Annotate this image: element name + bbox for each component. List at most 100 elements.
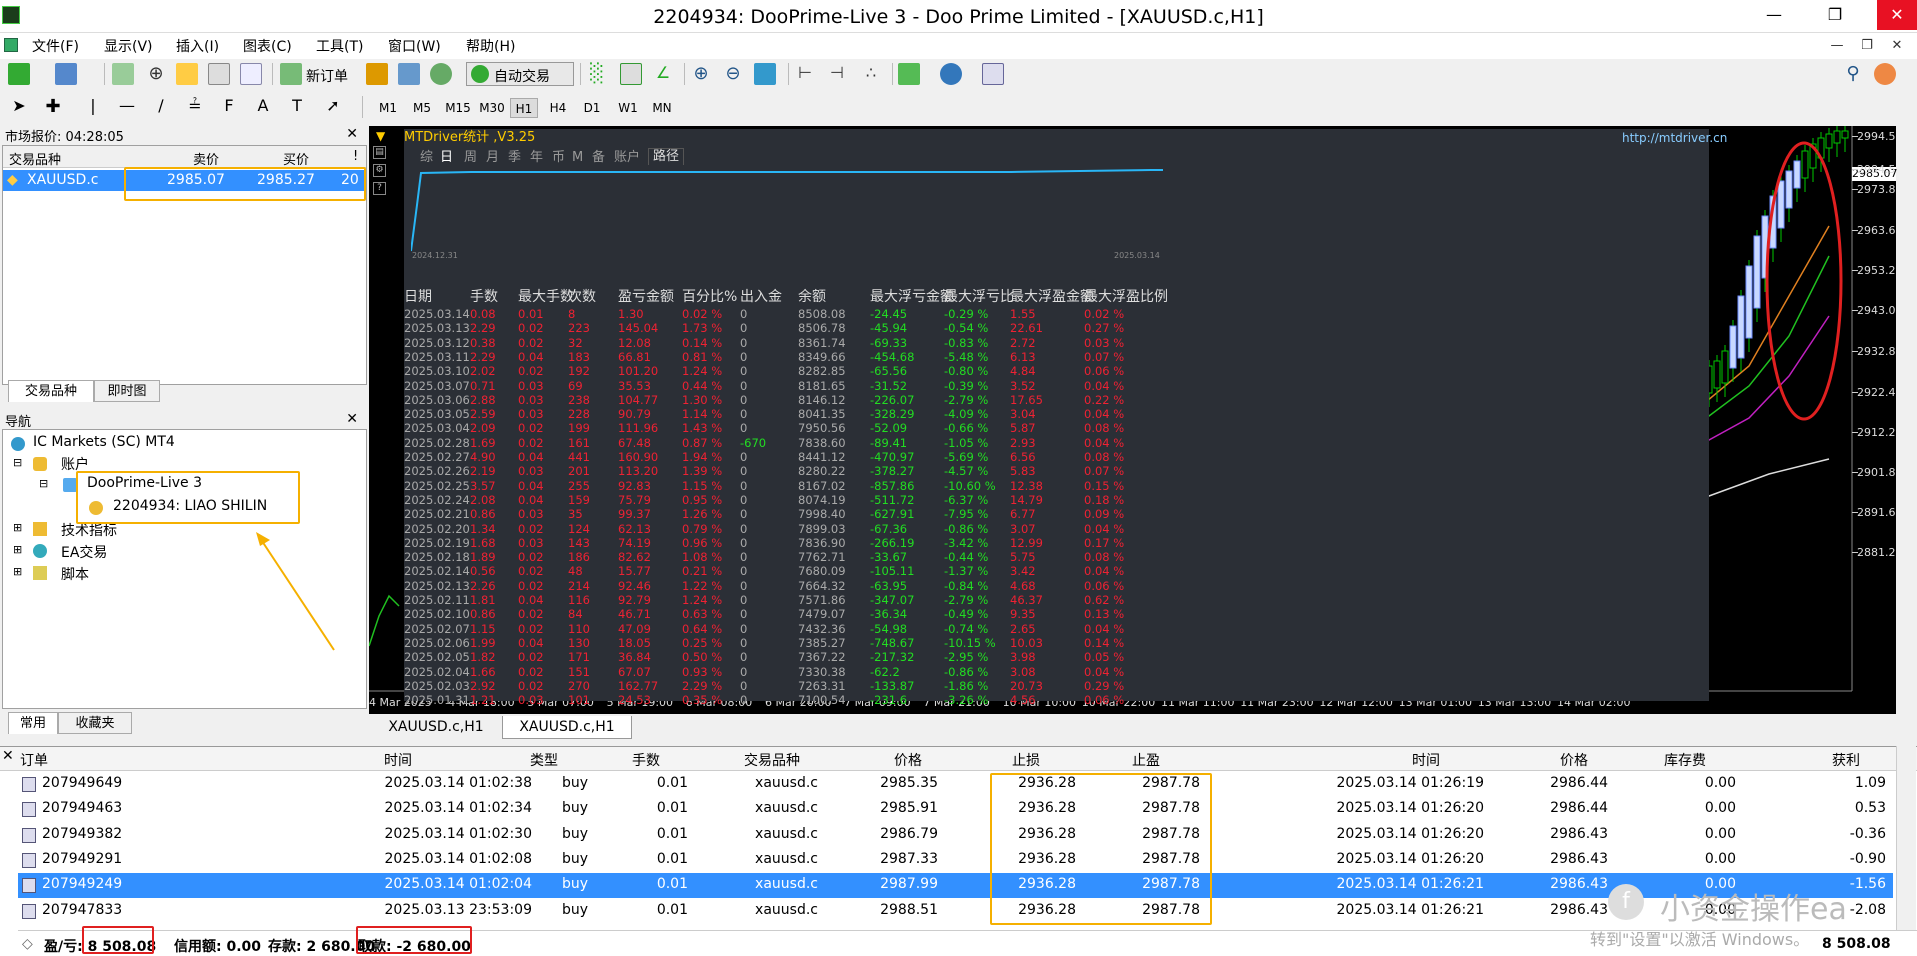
terminal-scrollbar[interactable]	[1896, 746, 1916, 930]
terminal-col-header[interactable]: 类型	[478, 750, 558, 770]
arrows-icon[interactable]: ➚	[322, 96, 344, 118]
chart-tab-1[interactable]: XAUUSD.c,H1	[371, 716, 501, 739]
crosshair-icon[interactable]: ✚	[42, 96, 64, 118]
mdi-close-button[interactable]: ✕	[1883, 35, 1911, 57]
stats-period-tab[interactable]: 季	[508, 150, 521, 166]
expand-experts-icon[interactable]: ⊞	[13, 543, 22, 556]
terminal-icon[interactable]	[208, 63, 230, 85]
bar-chart-icon[interactable]: ░	[586, 63, 608, 85]
nav-scripts[interactable]: 脚本	[61, 564, 89, 584]
minimize-button[interactable]: —	[1754, 0, 1794, 30]
col-spread[interactable]: !	[353, 149, 358, 164]
new-chart-icon[interactable]	[8, 63, 30, 85]
nav-account[interactable]: 2204934: LIAO SHILIN	[113, 498, 267, 514]
terminal-col-header[interactable]: 价格	[842, 750, 922, 770]
col-bid[interactable]: 卖价	[193, 149, 219, 168]
chart-shift-icon[interactable]: ⊢	[794, 63, 816, 85]
tab-favorites[interactable]: 收藏夹	[58, 712, 132, 734]
vertical-line-icon[interactable]: |	[82, 96, 104, 118]
terminal-col-header[interactable]: 时间	[332, 750, 412, 770]
channel-icon[interactable]: ≟	[184, 96, 206, 118]
market-watch-close-icon[interactable]: ✕	[346, 126, 358, 142]
tf-m5[interactable]: M5	[410, 98, 434, 118]
search-icon[interactable]: ⚲	[1842, 63, 1864, 85]
terminal-col-header[interactable]: 库存费	[1626, 750, 1706, 770]
terminal-col-header[interactable]: 交易品种	[720, 750, 800, 770]
path-button[interactable]: 路径	[648, 148, 685, 166]
expand-scripts-icon[interactable]: ⊞	[13, 565, 22, 578]
tester-icon[interactable]	[240, 63, 262, 85]
terminal-col-header[interactable]: 价格	[1508, 750, 1588, 770]
line-chart-icon[interactable]: ∠	[652, 63, 674, 85]
tf-m30[interactable]: M30	[478, 98, 506, 118]
mdi-restore-button[interactable]: ❐	[1853, 35, 1881, 57]
maximize-button[interactable]: ❐	[1815, 0, 1855, 30]
cursor-icon[interactable]: ➤	[8, 96, 30, 118]
stats-period-tab[interactable]: 账户	[614, 150, 640, 166]
expand-indicators-icon[interactable]: ⊞	[13, 521, 22, 534]
tab-tick-chart[interactable]: 即时图	[94, 380, 160, 402]
indicator-url[interactable]: http://mtdriver.cn	[1622, 130, 1727, 146]
col-ask[interactable]: 买价	[283, 149, 309, 168]
zoom-out-icon[interactable]: ⊖	[722, 63, 744, 85]
autoscroll-icon[interactable]: ⊣	[826, 63, 848, 85]
account-icon[interactable]	[1874, 63, 1896, 85]
tf-m1[interactable]: M1	[376, 98, 400, 118]
terminal-close-icon[interactable]: ✕	[2, 748, 14, 764]
new-order-icon[interactable]	[280, 63, 302, 85]
stats-period-tab[interactable]: 年	[530, 150, 543, 166]
panel-help-icon[interactable]: ?	[373, 182, 386, 195]
tab-common[interactable]: 常用	[8, 712, 58, 734]
new-order-button[interactable]: 新订单	[306, 66, 348, 86]
stats-period-tab[interactable]: 周	[464, 150, 477, 166]
navigator-icon[interactable]	[176, 63, 198, 85]
tab-symbols[interactable]: 交易品种	[8, 380, 94, 402]
order-row[interactable]: 207949382 2025.03.14 01:02:30 buy 0.01 xauus…	[18, 823, 1893, 848]
menu-charts[interactable]: 图表(C)	[243, 36, 292, 56]
terminal-col-header[interactable]: 手数	[580, 750, 660, 770]
expand-accounts-icon[interactable]: ⊟	[13, 456, 22, 469]
terminal-col-header[interactable]: 时间	[1360, 750, 1440, 770]
stats-period-tab[interactable]: 日	[440, 150, 453, 166]
label-icon[interactable]: T	[286, 96, 308, 118]
tile-windows-icon[interactable]	[754, 63, 776, 85]
terminal-col-header[interactable]: 订单	[20, 750, 100, 770]
col-symbol[interactable]: 交易品种	[9, 149, 61, 168]
nav-indicators[interactable]: 技术指标	[61, 520, 117, 540]
market-icon[interactable]	[430, 63, 452, 85]
candlestick-icon[interactable]	[620, 63, 642, 85]
trendline-icon[interactable]: ∕	[150, 96, 172, 118]
zoom-in-icon[interactable]: ⊕	[690, 63, 712, 85]
fibonacci-icon[interactable]: F	[218, 96, 240, 118]
tf-d1[interactable]: D1	[580, 98, 604, 118]
close-button[interactable]: ✕	[1877, 0, 1917, 30]
crosshair-nav-icon[interactable]: ⊕	[145, 63, 167, 85]
stats-period-tab[interactable]: 月	[486, 150, 499, 166]
market-watch-icon[interactable]	[112, 63, 134, 85]
templates-icon[interactable]	[982, 63, 1004, 85]
tf-h4[interactable]: H4	[546, 98, 570, 118]
grid-icon[interactable]: ∴	[860, 63, 882, 85]
stats-period-tab[interactable]: 币	[552, 150, 565, 166]
nav-broker[interactable]: IC Markets (SC) MT4	[33, 434, 175, 450]
order-row[interactable]: 207949291 2025.03.14 01:02:08 buy 0.01 xauus…	[18, 848, 1893, 873]
menu-insert[interactable]: 插入(I)	[176, 36, 219, 56]
order-row[interactable]: 207949649 2025.03.14 01:02:38 buy 0.01 xauus…	[18, 772, 1893, 797]
horizontal-line-icon[interactable]: —	[116, 96, 138, 118]
panel-collapse-icon[interactable]: ▤	[373, 146, 386, 159]
symbol-row[interactable]: ◆ XAUUSD.c 2985.07 2985.27 20	[3, 170, 366, 191]
nav-accounts[interactable]: 账户	[61, 454, 89, 474]
navigator-close-icon[interactable]: ✕	[346, 411, 358, 427]
menu-tools[interactable]: 工具(T)	[316, 36, 363, 56]
chart-tab-2[interactable]: XAUUSD.c,H1	[502, 716, 632, 739]
stats-period-tab[interactable]: 备	[592, 150, 605, 166]
mdi-minimize-button[interactable]: —	[1823, 35, 1851, 57]
tf-m15[interactable]: M15	[444, 98, 472, 118]
text-icon[interactable]: A	[252, 96, 274, 118]
signals-icon[interactable]	[398, 63, 420, 85]
auto-trading-button[interactable]: 自动交易	[466, 62, 574, 86]
terminal-col-header[interactable]: 获利	[1780, 750, 1860, 770]
stats-period-tab[interactable]: 综	[420, 150, 433, 166]
periods-icon[interactable]	[940, 63, 962, 85]
terminal-col-header[interactable]: 止盈	[1080, 750, 1160, 770]
